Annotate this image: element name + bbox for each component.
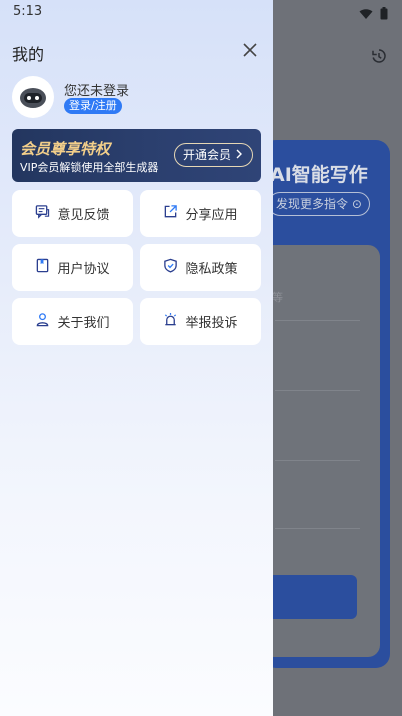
login-register-button[interactable]: 登录/注册 — [64, 98, 122, 114]
drawer-scrim[interactable] — [273, 0, 402, 716]
login-status-text: 您还未登录 — [64, 84, 130, 99]
status-time: 5:13 — [13, 4, 43, 19]
alarm-icon — [163, 312, 178, 331]
close-icon[interactable] — [241, 41, 259, 59]
agreement-icon — [35, 258, 50, 277]
menu-item-label: 用户协议 — [57, 262, 110, 277]
side-drawer: 5:13 我的 您还未登录 登录/注册 会员尊享特权 VIP会员解锁使用全部生成… — [0, 0, 273, 716]
menu-grid: 意见反馈 分享应用 用户协议 隐私政策 关于我们 举报投诉 — [12, 190, 261, 345]
menu-item-feedback[interactable]: 意见反馈 — [12, 190, 133, 237]
robot-icon — [20, 88, 46, 108]
menu-item-agreement[interactable]: 用户协议 — [12, 244, 133, 291]
menu-item-label: 关于我们 — [57, 316, 110, 331]
menu-item-share[interactable]: 分享应用 — [140, 190, 261, 237]
wifi-icon — [359, 5, 373, 24]
menu-item-report[interactable]: 举报投诉 — [140, 298, 261, 345]
vip-subtitle: VIP会员解锁使用全部生成器 — [20, 161, 159, 174]
vip-title: 会员尊享特权 — [20, 140, 111, 158]
feedback-icon — [35, 204, 50, 223]
battery-icon — [380, 5, 388, 24]
chevron-right-icon — [234, 144, 244, 166]
person-icon — [35, 312, 50, 331]
shield-icon — [163, 258, 178, 277]
share-icon — [163, 204, 178, 223]
menu-item-privacy[interactable]: 隐私政策 — [140, 244, 261, 291]
avatar[interactable] — [12, 76, 54, 118]
menu-item-label: 分享应用 — [185, 208, 238, 223]
menu-item-about[interactable]: 关于我们 — [12, 298, 133, 345]
status-icons — [359, 5, 388, 24]
menu-item-label: 举报投诉 — [185, 316, 238, 331]
status-bar: 5:13 — [0, 0, 402, 24]
open-vip-label: 开通会员 — [183, 148, 232, 162]
open-vip-button[interactable]: 开通会员 — [174, 143, 254, 167]
vip-banner[interactable]: 会员尊享特权 VIP会员解锁使用全部生成器 开通会员 — [12, 129, 261, 182]
menu-item-label: 意见反馈 — [57, 208, 110, 223]
menu-item-label: 隐私政策 — [185, 262, 238, 277]
drawer-title: 我的 — [12, 45, 45, 64]
